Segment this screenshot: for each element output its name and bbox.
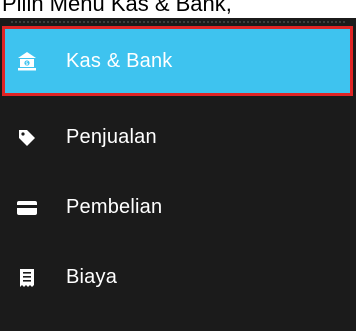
sidebar-menu: $ Kas & Bank Penjualan Pembelian Biaya — [0, 18, 356, 331]
sidebar-item-label: Biaya — [66, 266, 118, 288]
sidebar-divider — [10, 20, 346, 24]
sidebar-item-kas-bank[interactable]: $ Kas & Bank — [2, 26, 353, 96]
sidebar-item-pembelian[interactable]: Pembelian — [0, 174, 356, 241]
sidebar-item-label: Kas & Bank — [66, 49, 173, 72]
price-tag-icon — [16, 127, 38, 149]
sidebar-item-label: Penjualan — [66, 126, 157, 148]
sidebar-item-label: Pembelian — [66, 196, 163, 218]
instruction-caption: Pilih Menu Kas & Bank, — [2, 0, 232, 16]
credit-card-icon — [16, 197, 38, 219]
bank-icon: $ — [16, 50, 38, 72]
svg-text:$: $ — [25, 61, 28, 67]
sidebar-item-penjualan[interactable]: Penjualan — [0, 104, 356, 171]
sidebar-item-biaya[interactable]: Biaya — [0, 244, 356, 311]
receipt-icon — [16, 267, 38, 289]
